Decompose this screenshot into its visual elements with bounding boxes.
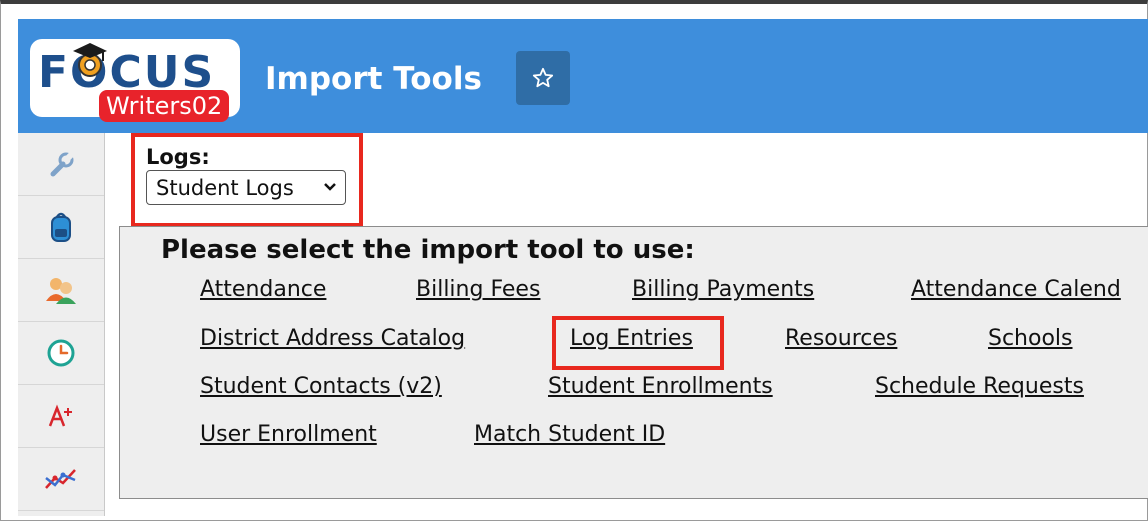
grade-a-plus-icon: [48, 404, 72, 427]
highlight-log-entries: [552, 316, 724, 370]
sidebar-item-grades[interactable]: [18, 385, 104, 448]
backpack-icon: [51, 212, 71, 242]
tool-link-attendance[interactable]: Attendance: [200, 277, 326, 302]
tool-link-schools[interactable]: Schools: [988, 326, 1073, 351]
tool-link-student-enrollments[interactable]: Student Enrollments: [548, 374, 773, 399]
sidebar-item-students[interactable]: [18, 196, 104, 259]
sidebar-item-users[interactable]: [18, 259, 104, 322]
sidebar-item-tools[interactable]: [18, 133, 104, 196]
tool-link-match-student-id[interactable]: Match Student ID: [474, 422, 665, 447]
tool-link-billing-payments[interactable]: Billing Payments: [632, 277, 814, 302]
tool-link-district-address-catalog[interactable]: District Address Catalog: [200, 326, 465, 351]
star-icon: [532, 67, 554, 88]
page-title: Import Tools: [265, 61, 482, 97]
clock-icon: [47, 339, 75, 367]
tool-link-billing-fees[interactable]: Billing Fees: [416, 277, 540, 302]
tool-link-resources[interactable]: Resources: [785, 326, 897, 351]
highlight-logs: [131, 133, 363, 227]
sidebar: [18, 133, 105, 516]
tool-link-schedule-requests[interactable]: Schedule Requests: [875, 374, 1084, 399]
sidebar-item-reports[interactable]: [18, 448, 104, 511]
tool-link-attendance-calendar[interactable]: Attendance Calend: [911, 277, 1121, 302]
line-chart-icon: [45, 469, 76, 489]
app-header: FOCUS Writers02 Import Tools: [18, 19, 1148, 133]
import-prompt: Please select the import tool to use:: [161, 235, 695, 265]
tool-link-student-contacts[interactable]: Student Contacts (v2): [200, 374, 442, 399]
users-icon: [46, 278, 76, 304]
graduation-cap-icon: [73, 43, 107, 77]
tool-link-user-enrollment[interactable]: User Enrollment: [200, 422, 377, 447]
sidebar-item-attendance[interactable]: [18, 322, 104, 385]
favorite-button[interactable]: [516, 51, 570, 105]
app-window: FOCUS Writers02 Import Tools Logs: Stude…: [0, 0, 1148, 521]
district-badge: Writers02: [99, 90, 230, 122]
wrench-icon: [50, 151, 75, 177]
focus-logo[interactable]: FOCUS Writers02: [30, 39, 240, 122]
